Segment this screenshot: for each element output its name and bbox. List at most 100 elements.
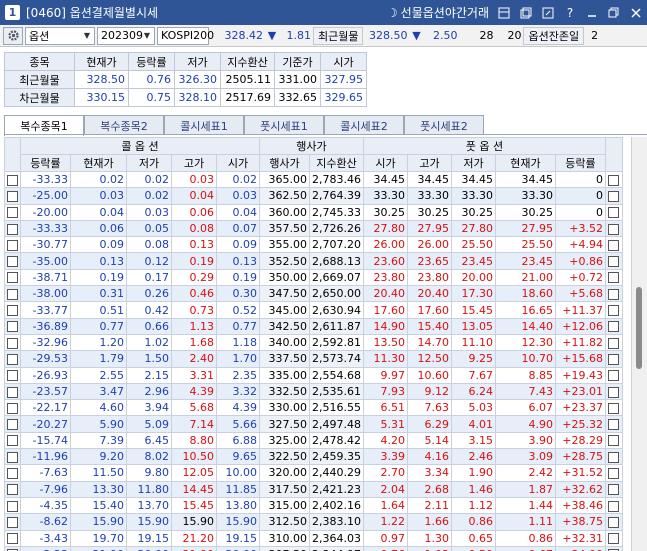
restore-icon[interactable] (607, 6, 621, 20)
table-row[interactable]: -29.53 1.79 1.50 2.40 1.70 337.50 2,573.74 11.3… (4, 350, 623, 368)
table-row[interactable]: -2.2321.9020.0021.9020.00307.502,344.970… (4, 545, 623, 551)
scrollbar-thumb[interactable] (636, 287, 642, 369)
table-row[interactable]: -36.89 0.77 0.66 1.13 0.77 342.50 2,611.87 14.9… (4, 317, 623, 335)
index-code-field[interactable]: KOSPI200 (157, 26, 214, 45)
table-row[interactable]: -26.93 2.55 2.15 3.31 2.35 335.00 2,554.68 9.97… (4, 366, 623, 384)
put-select-checkbox[interactable] (604, 529, 623, 547)
table-row[interactable]: -4.35 15.40 13.70 15.45 13.80 315.00 2,402.16 1… (4, 496, 623, 515)
put-select-checkbox[interactable] (604, 301, 623, 319)
put-select-checkbox[interactable] (604, 187, 623, 205)
table-row[interactable]: -23.57 3.47 2.96 4.39 3.32 332.50 2,535.61 7.93… (4, 382, 623, 401)
call-select-checkbox[interactable] (4, 399, 21, 417)
table-row[interactable]: -33.33 0.06 0.05 0.08 0.07 357.50 2,726.26 27.8… (4, 219, 623, 238)
table-row[interactable]: -7.63 11.50 9.80 12.05 10.00 320.00 2,440.29 2.… (4, 464, 623, 482)
call-select-checkbox[interactable] (4, 236, 21, 254)
window-icon[interactable] (519, 6, 533, 20)
month-select[interactable]: 202309 ▼ (97, 26, 155, 45)
put-high: 7.63 (406, 399, 452, 417)
call-select-checkbox[interactable] (4, 219, 21, 238)
layout-icon[interactable] (497, 6, 511, 20)
put-select-checkbox[interactable] (604, 415, 623, 433)
put-select-checkbox[interactable] (604, 545, 623, 551)
put-select-checkbox[interactable] (604, 252, 623, 270)
call-select-checkbox[interactable] (4, 382, 21, 401)
call-select-checkbox[interactable] (4, 513, 21, 531)
table-row[interactable]: -25.00 0.03 0.02 0.04 0.03 362.50 2,764.39 33.3… (4, 187, 623, 205)
call-select-checkbox[interactable] (4, 350, 21, 368)
table-row[interactable]: -38.00 0.31 0.26 0.46 0.30 347.50 2,650.00 20.4… (4, 285, 623, 303)
put-select-checkbox[interactable] (604, 236, 623, 254)
night-trading-button[interactable]: ☽ 선물옵션야간거래 (387, 4, 489, 21)
call-select-checkbox[interactable] (4, 529, 21, 547)
call-select-checkbox[interactable] (4, 464, 21, 482)
put-select-checkbox[interactable] (604, 464, 623, 482)
call-select-checkbox[interactable] (4, 317, 21, 335)
call-select-checkbox[interactable] (4, 187, 21, 205)
call-select-checkbox[interactable] (4, 285, 21, 303)
put-select-checkbox[interactable] (604, 333, 623, 352)
table-row[interactable]: -35.00 0.13 0.12 0.19 0.13 352.50 2,688.13 23.6… (4, 252, 623, 270)
put-select-checkbox[interactable] (604, 399, 623, 417)
table-row[interactable]: -22.17 4.60 3.94 5.68 4.39 330.00 2,516.55 6.51… (4, 399, 623, 417)
call-select-checkbox[interactable] (4, 480, 21, 498)
table-row[interactable]: -33.33 0.02 0.02 0.03 0.02 365.00 2,783.46 34.4… (4, 170, 623, 189)
call-select-checkbox[interactable] (4, 252, 21, 270)
put-select-checkbox[interactable] (604, 268, 623, 287)
table-row[interactable]: -20.27 5.90 5.09 7.14 5.66 327.50 2,497.48 5.31… (4, 415, 623, 433)
call-select-checkbox[interactable] (4, 545, 21, 551)
put-select-checkbox[interactable] (604, 448, 623, 466)
put-select-checkbox[interactable] (604, 219, 623, 238)
call-select-checkbox[interactable] (4, 496, 21, 515)
put-select-checkbox[interactable] (604, 382, 623, 401)
call-select-checkbox[interactable] (4, 301, 21, 319)
put-select-checkbox[interactable] (604, 170, 623, 189)
put-select-checkbox[interactable] (604, 350, 623, 368)
table-row[interactable]: -11.96 9.20 8.02 10.50 9.65 322.50 2,459.35 3.3… (4, 448, 623, 466)
call-select-checkbox[interactable] (4, 268, 21, 287)
call-open: 6.88 (216, 431, 260, 450)
minimize-icon[interactable] (585, 6, 599, 20)
tab-multi-1[interactable]: 복수종목1 (4, 115, 84, 136)
tab-multi-2[interactable]: 복수종목2 (84, 115, 164, 135)
call-select-checkbox[interactable] (4, 366, 21, 384)
table-row[interactable]: -3.43 19.70 19.15 21.20 19.15 310.00 2,364.03 0… (4, 529, 623, 547)
put-select-checkbox[interactable] (604, 317, 623, 335)
put-select-checkbox[interactable] (604, 366, 623, 384)
option-type-select[interactable]: 옵션 ▼ (25, 26, 95, 45)
put-select-checkbox[interactable] (604, 285, 623, 303)
table-row[interactable]: -8.62 15.90 15.90 15.90 15.90 312.50 2,383.10 1… (4, 513, 623, 531)
call-high: 0.13 (171, 236, 217, 254)
tab-put-2[interactable]: 풋시세표2 (404, 115, 484, 135)
call-select-checkbox[interactable] (4, 333, 21, 352)
put-select-checkbox[interactable] (604, 513, 623, 531)
summary-row-near[interactable]: 최근월물 328.50 0.76 326.30 2505.11 331.00 3… (4, 70, 367, 89)
call-select-checkbox[interactable] (4, 170, 21, 189)
table-row[interactable]: -32.96 1.20 1.02 1.68 1.18 340.00 2,592.81 13.5… (4, 333, 623, 352)
table-row[interactable]: -20.00 0.04 0.03 0.06 0.04 360.00 2,745.33 30.2… (4, 203, 623, 221)
put-select-checkbox[interactable] (604, 496, 623, 515)
title-bar: 1 [0460] 옵션결제월별시세 ☽ 선물옵션야간거래 ? (0, 0, 647, 25)
call-select-checkbox[interactable] (4, 203, 21, 221)
help-icon[interactable]: ? (563, 6, 577, 20)
tab-call-1[interactable]: 콜시세표1 (164, 115, 244, 135)
table-row[interactable]: -33.77 0.51 0.42 0.73 0.52 345.00 2,630.94 17.6… (4, 301, 623, 319)
table-row[interactable]: -30.77 0.09 0.08 0.13 0.09 355.00 2,707.20 26.0… (4, 236, 623, 254)
gear-icon[interactable] (3, 26, 23, 45)
close-icon[interactable] (629, 6, 643, 20)
call-high: 4.39 (171, 382, 217, 401)
call-open: 5.66 (216, 415, 260, 433)
tab-put-1[interactable]: 풋시세표1 (244, 115, 324, 135)
table-row[interactable]: -15.74 7.39 6.45 8.80 6.88 325.00 2,478.42 4.20… (4, 431, 623, 450)
link-icon[interactable] (541, 6, 555, 20)
put-select-checkbox[interactable] (604, 203, 623, 221)
summary-row-next[interactable]: 차근월물 330.15 0.75 328.10 2517.69 332.65 3… (4, 88, 367, 107)
tab-call-2[interactable]: 콜시세표2 (324, 115, 404, 135)
call-select-checkbox[interactable] (4, 431, 21, 450)
put-select-checkbox[interactable] (604, 431, 623, 450)
put-select-checkbox[interactable] (604, 480, 623, 498)
table-row[interactable]: -38.71 0.19 0.17 0.29 0.19 350.00 2,669.07 23.8… (4, 268, 623, 287)
call-select-checkbox[interactable] (4, 448, 21, 466)
call-select-checkbox[interactable] (4, 415, 21, 433)
vertical-scrollbar[interactable] (631, 137, 647, 551)
table-row[interactable]: -7.96 13.30 11.80 14.45 11.85 317.50 2,421.23 2… (4, 480, 623, 498)
